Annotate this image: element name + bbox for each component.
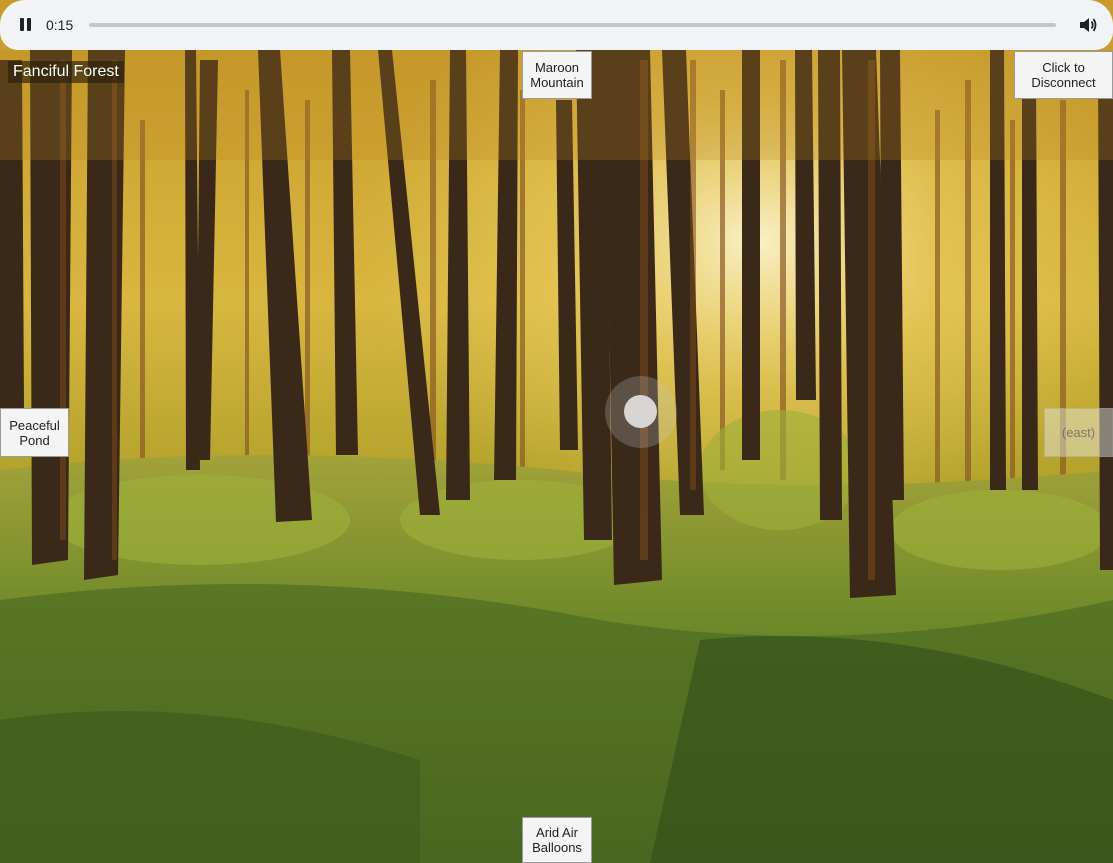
disconnect-button[interactable]: Click to Disconnect <box>1014 51 1113 99</box>
look-control-handle[interactable] <box>624 395 657 428</box>
audio-player: 0:15 <box>0 0 1113 50</box>
nav-south-button[interactable]: Arid Air Balloons <box>522 817 592 863</box>
location-title: Fanciful Forest <box>8 61 124 83</box>
nav-north-button[interactable]: Maroon Mountain <box>522 51 592 99</box>
nav-east-button[interactable]: (east) <box>1044 408 1113 457</box>
forest-illustration <box>0 0 1113 863</box>
current-time: 0:15 <box>46 17 74 33</box>
volume-icon[interactable] <box>1078 16 1098 34</box>
pause-icon[interactable] <box>15 16 35 34</box>
nav-west-button[interactable]: Peaceful Pond <box>0 408 69 457</box>
progress-bar[interactable] <box>89 23 1056 27</box>
forest-scene <box>0 0 1113 863</box>
